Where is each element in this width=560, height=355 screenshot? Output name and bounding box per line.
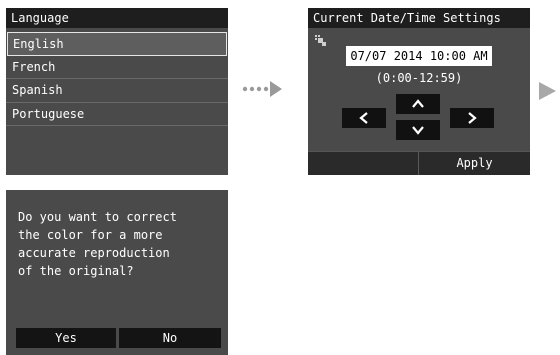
no-button[interactable]: No xyxy=(119,328,221,348)
date-time-field[interactable]: 07/07 2014 10:00 AM xyxy=(346,46,492,66)
message-line: accurate reproduction xyxy=(18,246,170,260)
chevron-up-icon xyxy=(412,99,424,108)
chevron-down-icon xyxy=(412,126,424,135)
message-line: the color for a more xyxy=(18,228,163,242)
language-item-french[interactable]: French xyxy=(6,56,228,79)
yes-button[interactable]: Yes xyxy=(16,328,116,348)
apply-button[interactable]: Apply xyxy=(419,152,530,175)
message-line: of the original? xyxy=(18,264,134,278)
language-screen: Language English French Spanish Portugue… xyxy=(6,8,228,175)
language-list: English French Spanish Portuguese xyxy=(6,32,228,126)
datetime-title: Current Date/Time Settings xyxy=(308,8,530,28)
down-button[interactable] xyxy=(396,120,440,140)
clock-settings-icon xyxy=(314,33,328,47)
chevron-right-icon xyxy=(468,112,477,124)
dotted-arrow-icon xyxy=(242,81,282,97)
dialog-message: Do you want to correct the color for a mo… xyxy=(18,208,177,280)
left-button[interactable] xyxy=(342,108,386,128)
range-hint: (0:00-12:59) xyxy=(375,71,463,85)
datetime-footer: Apply xyxy=(308,151,530,175)
right-button[interactable] xyxy=(450,108,494,128)
language-item-spanish[interactable]: Spanish xyxy=(6,79,228,103)
right-triangle-icon xyxy=(537,81,557,101)
language-item-english[interactable]: English xyxy=(7,32,227,56)
up-button[interactable] xyxy=(396,94,440,114)
language-title: Language xyxy=(6,8,228,28)
chevron-left-icon xyxy=(359,112,368,124)
datetime-screen: Current Date/Time Settings 07/07 2014 10… xyxy=(308,8,530,175)
message-line: Do you want to correct xyxy=(18,210,177,224)
color-correction-dialog: Do you want to correct the color for a mo… xyxy=(6,190,228,355)
language-item-portuguese[interactable]: Portuguese xyxy=(6,103,228,126)
